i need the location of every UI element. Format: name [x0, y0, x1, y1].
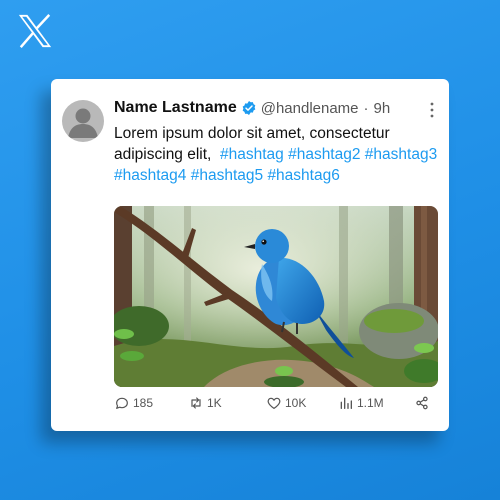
- retweet-button[interactable]: 1K: [188, 395, 222, 411]
- tweet-timestamp[interactable]: 9h: [374, 100, 391, 117]
- reply-icon: [116, 397, 128, 409]
- tweet-header: Name Lastname @handlename · 9h: [114, 99, 390, 117]
- view-count: 1.1M: [357, 396, 384, 410]
- analytics-icon: [340, 397, 352, 409]
- like-count: 10K: [285, 396, 307, 410]
- default-avatar-icon: [68, 108, 98, 138]
- x-logo-icon: [18, 14, 52, 48]
- tweet-card: Name Lastname @handlename · 9h Lorem ips…: [51, 79, 449, 431]
- heart-icon: [267, 397, 281, 409]
- retweet-count: 1K: [207, 396, 222, 410]
- separator-dot: ·: [363, 99, 369, 117]
- more-options-icon[interactable]: [429, 101, 435, 119]
- tweet-text: Lorem ipsum dolor sit amet, consectetur …: [114, 123, 439, 186]
- author-handle[interactable]: @handlename: [261, 100, 359, 117]
- like-button[interactable]: 10K: [266, 395, 306, 411]
- hashtag-link[interactable]: #hashtag2: [288, 146, 360, 163]
- hashtag-link[interactable]: #hashtag: [220, 146, 284, 163]
- avatar[interactable]: [62, 100, 104, 142]
- reply-count: 185: [133, 396, 154, 410]
- views-button[interactable]: 1.1M: [338, 395, 384, 411]
- hashtag-link[interactable]: #hashtag4: [114, 167, 186, 184]
- author-name[interactable]: Name Lastname: [114, 99, 237, 117]
- verified-badge-icon: [242, 101, 256, 115]
- share-icon: [416, 396, 428, 410]
- share-button[interactable]: [414, 395, 433, 411]
- hashtag-link[interactable]: #hashtag3: [365, 146, 437, 163]
- hashtag-link[interactable]: #hashtag6: [267, 167, 339, 184]
- tweet-actions: 185 1K 10K 1.1M: [114, 395, 438, 417]
- tweet-image[interactable]: [114, 206, 438, 387]
- retweet-icon: [191, 397, 201, 409]
- bird-photo: [114, 206, 438, 387]
- hashtag-link[interactable]: #hashtag5: [191, 167, 263, 184]
- reply-button[interactable]: 185: [114, 395, 153, 411]
